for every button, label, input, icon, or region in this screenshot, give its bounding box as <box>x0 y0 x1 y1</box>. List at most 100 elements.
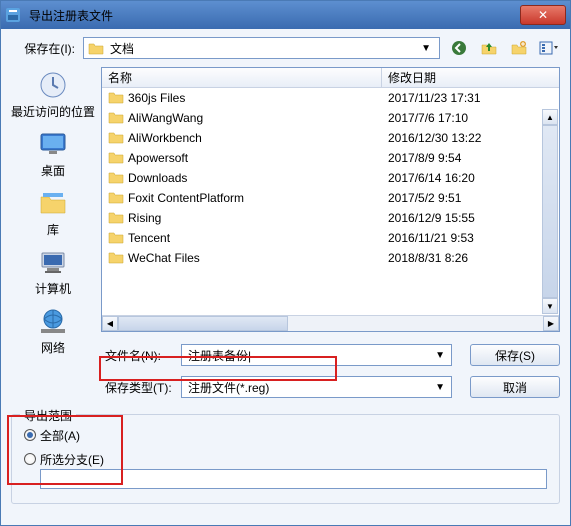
chevron-down-icon[interactable]: ▼ <box>435 350 445 361</box>
file-name: Rising <box>128 211 161 225</box>
places-sidebar: 最近访问的位置 桌面 库 计算机 网络 <box>11 67 95 332</box>
sidebar-item-label: 计算机 <box>35 280 71 297</box>
table-row[interactable]: Downloads2017/6/14 16:20 <box>102 168 559 188</box>
file-list-header: 名称 修改日期 <box>102 68 559 88</box>
export-range-legend: 导出范围 <box>20 407 76 424</box>
new-folder-button[interactable] <box>508 37 530 59</box>
folder-icon <box>108 250 124 267</box>
computer-icon <box>37 246 69 278</box>
dialog-window: 导出注册表文件 ✕ 保存在(I): 文档 ▼ 最近访问的位置 <box>0 0 571 526</box>
scroll-right-button[interactable]: ▶ <box>543 316 559 331</box>
save-in-label: 保存在(I): <box>11 40 75 57</box>
table-row[interactable]: Apowersoft 2017/8/9 9:54 <box>102 148 559 168</box>
radio-icon <box>24 453 36 465</box>
filename-input[interactable]: 注册表备份| ▼ <box>181 344 452 366</box>
filetype-combo[interactable]: 注册文件(*.reg) ▼ <box>181 376 452 398</box>
file-date: 2017/5/2 9:51 <box>382 191 559 205</box>
desktop-icon <box>37 128 69 160</box>
folder-icon <box>108 130 124 147</box>
sidebar-item-library[interactable]: 库 <box>37 185 69 240</box>
column-header-date[interactable]: 修改日期 <box>382 68 559 87</box>
export-range-group: 导出范围 全部(A) 所选分支(E) <box>11 414 560 504</box>
view-menu-button[interactable] <box>538 37 560 59</box>
filename-fields: 文件名(N): 注册表备份| ▼ 保存(S) 保存类型(T): 注册文件(*.r… <box>11 342 560 400</box>
file-date: 2017/6/14 16:20 <box>382 171 559 185</box>
sidebar-item-label: 库 <box>47 221 59 238</box>
folder-icon <box>108 170 124 187</box>
filename-value: 注册表备份| <box>188 347 435 364</box>
scroll-up-button[interactable]: ▲ <box>542 109 558 125</box>
horizontal-scrollbar[interactable]: ◀ ▶ <box>102 315 559 331</box>
close-button[interactable]: ✕ <box>520 5 566 25</box>
radio-icon <box>24 429 36 441</box>
vertical-scrollbar[interactable]: ▲ ▼ <box>542 109 558 314</box>
sidebar-item-recent[interactable]: 最近访问的位置 <box>11 67 95 122</box>
sidebar-item-label: 最近访问的位置 <box>11 103 95 120</box>
up-one-level-button[interactable] <box>478 37 500 59</box>
folder-icon <box>88 41 104 55</box>
close-icon: ✕ <box>538 8 548 22</box>
file-date: 2017/8/9 9:54 <box>382 151 559 165</box>
scroll-thumb-h[interactable] <box>118 316 288 331</box>
filetype-label: 保存类型(T): <box>101 379 173 396</box>
scroll-thumb[interactable] <box>542 125 558 298</box>
folder-icon <box>108 230 124 247</box>
sidebar-item-desktop[interactable]: 桌面 <box>37 126 69 181</box>
filename-label: 文件名(N): <box>101 347 173 364</box>
file-date: 2016/11/21 9:53 <box>382 231 559 245</box>
radio-selected-branch[interactable]: 所选分支(E) <box>24 449 104 469</box>
sidebar-item-network[interactable]: 网络 <box>37 303 69 358</box>
radio-all[interactable]: 全部(A) <box>24 425 547 445</box>
table-row[interactable]: WeChat Files 2018/8/31 8:26 <box>102 248 559 268</box>
save-in-row: 保存在(I): 文档 ▼ <box>11 37 560 59</box>
save-button[interactable]: 保存(S) <box>470 344 560 366</box>
file-date: 2017/11/23 17:31 <box>382 91 559 105</box>
file-date: 2018/8/31 8:26 <box>382 251 559 265</box>
file-name: Tencent <box>128 231 170 245</box>
branch-path-input[interactable] <box>40 469 547 489</box>
table-row[interactable]: AliWangWang2017/7/6 17:10 <box>102 108 559 128</box>
file-name: 360js Files <box>128 91 185 105</box>
chevron-down-icon[interactable]: ▼ <box>417 43 435 54</box>
file-name: Foxit ContentPlatform <box>128 191 244 205</box>
folder-icon <box>108 90 124 107</box>
recent-places-icon <box>37 69 69 101</box>
save-in-combo[interactable]: 文档 ▼ <box>83 37 440 59</box>
file-name: AliWorkbench <box>128 131 202 145</box>
table-row[interactable]: Rising 2016/12/9 15:55 <box>102 208 559 228</box>
scroll-down-button[interactable]: ▼ <box>542 298 558 314</box>
table-row[interactable]: Tencent 2016/11/21 9:53 <box>102 228 559 248</box>
folder-icon <box>108 210 124 227</box>
scroll-left-button[interactable]: ◀ <box>102 316 118 331</box>
app-icon <box>5 7 21 23</box>
file-date: 2016/12/30 13:22 <box>382 131 559 145</box>
file-name: WeChat Files <box>128 251 200 265</box>
filetype-value: 注册文件(*.reg) <box>188 379 435 396</box>
file-date: 2017/7/6 17:10 <box>382 111 559 125</box>
main-area: 最近访问的位置 桌面 库 计算机 网络 <box>11 67 560 332</box>
file-name: Apowersoft <box>128 151 188 165</box>
table-row[interactable]: 360js Files 2017/11/23 17:31 <box>102 88 559 108</box>
network-icon <box>37 305 69 337</box>
sidebar-item-computer[interactable]: 计算机 <box>35 244 71 299</box>
chevron-down-icon[interactable]: ▼ <box>435 382 445 393</box>
radio-all-label: 全部(A) <box>40 427 80 444</box>
table-row[interactable]: AliWorkbench 2016/12/30 13:22 <box>102 128 559 148</box>
file-list-pane: 名称 修改日期 360js Files 2017/11/23 17:31 AliWa… <box>101 67 560 332</box>
titlebar: 导出注册表文件 ✕ <box>1 1 570 29</box>
back-button[interactable] <box>448 37 470 59</box>
file-date: 2016/12/9 15:55 <box>382 211 559 225</box>
table-row[interactable]: Foxit ContentPlatform 2017/5/2 9:51 <box>102 188 559 208</box>
column-header-name[interactable]: 名称 <box>102 68 382 87</box>
sidebar-item-label: 桌面 <box>41 162 65 179</box>
save-in-value: 文档 <box>110 40 417 57</box>
folder-icon <box>108 150 124 167</box>
file-list-body[interactable]: 360js Files 2017/11/23 17:31 AliWangWang20… <box>102 88 559 315</box>
folder-icon <box>108 110 124 127</box>
dialog-body: 保存在(I): 文档 ▼ 最近访问的位置 桌面 <box>1 29 570 525</box>
cancel-button[interactable]: 取消 <box>470 376 560 398</box>
sidebar-item-label: 网络 <box>41 339 65 356</box>
folder-icon <box>108 190 124 207</box>
library-icon <box>37 187 69 219</box>
window-title: 导出注册表文件 <box>27 7 520 24</box>
